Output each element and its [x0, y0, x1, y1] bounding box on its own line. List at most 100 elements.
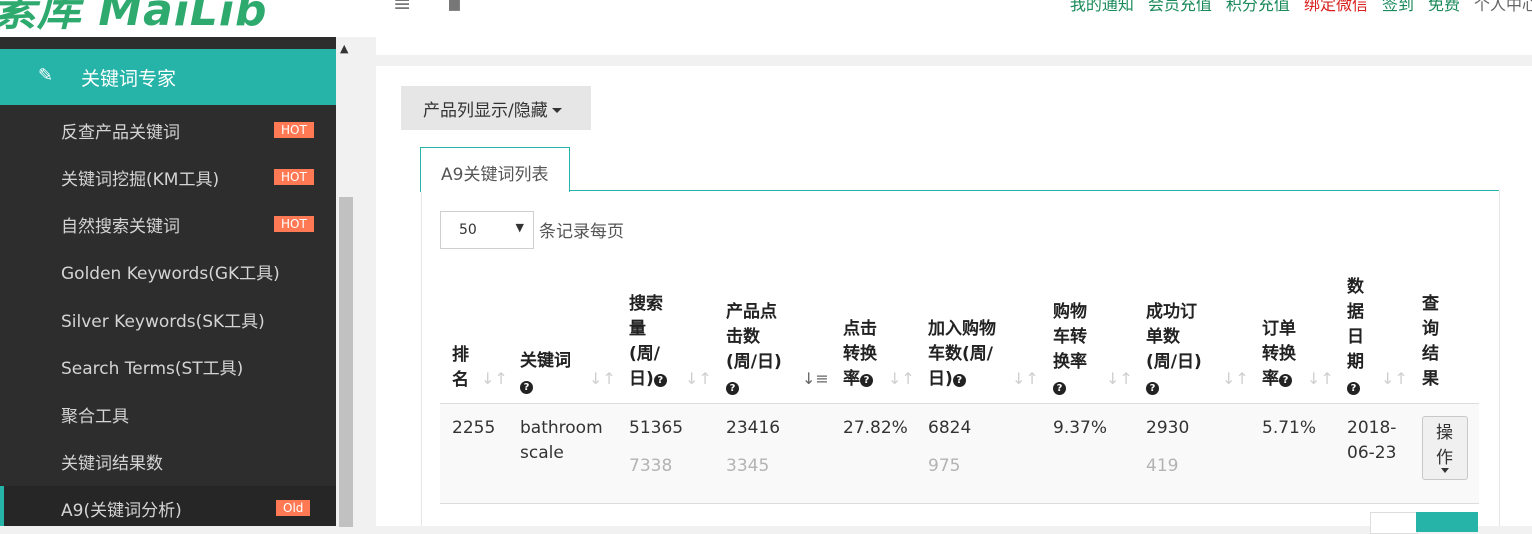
page-length-value: 50	[459, 222, 477, 238]
header-order-conversion[interactable]: 订单转换率?	[1262, 317, 1302, 392]
top-bar: 素库 MaiLib ≡ ▪ 我的通知 会员充值 积分充值 绑定微信 签到 免费 …	[0, 0, 1532, 37]
page-length-label: 条记录每页	[539, 222, 624, 242]
sidebar-item-label: 关键词挖掘(KM工具)	[61, 170, 220, 190]
header-product-clicks[interactable]: 产品点击数(周/日)?	[726, 300, 788, 400]
cell-orders-week: 2930	[1146, 418, 1190, 438]
sidebar-item-label: Search Terms(ST工具)	[61, 359, 244, 379]
header-keyword[interactable]: 关键词?	[520, 349, 580, 399]
grid-icon[interactable]: ▪	[447, 0, 462, 17]
tab-label: A9关键词列表	[441, 165, 549, 185]
header-rank[interactable]: 排名	[452, 343, 470, 393]
hot-badge: HOT	[274, 122, 314, 138]
hot-badge: HOT	[274, 169, 314, 185]
sidebar-scrollbar[interactable]: ▲	[336, 37, 356, 527]
help-icon: ?	[860, 374, 873, 387]
column-toggle-button[interactable]: 产品列显示/隐藏	[401, 86, 591, 130]
sidebar-item-silver-keywords[interactable]: Silver Keywords(SK工具)	[0, 297, 336, 341]
sort-icon[interactable]: ↓↑	[589, 369, 616, 388]
brand-logo[interactable]: 素库 MaiLib	[0, 0, 268, 37]
sidebar: ✎ 关键词专家 反查产品关键词 HOT 关键词挖掘(KM工具) HOT 自然搜索…	[0, 37, 336, 526]
sidebar-item-label: A9(关键词分析)	[61, 501, 182, 521]
cell-search-volume-week: 51365	[629, 418, 684, 438]
nav-user-center[interactable]: 个人中心	[1474, 0, 1532, 15]
sidebar-section-keyword-expert[interactable]: ✎ 关键词专家	[0, 49, 336, 105]
cell-search-volume-day: 7338	[629, 456, 673, 476]
header-click-conversion[interactable]: 点击转换率?	[843, 317, 883, 392]
sort-desc-icon[interactable]: ↓≡	[802, 369, 829, 388]
menu-toggle-icon[interactable]: ≡	[393, 0, 411, 17]
nav-notifications[interactable]: 我的通知	[1070, 0, 1134, 15]
nav-bind-wechat[interactable]: 绑定微信	[1304, 0, 1368, 15]
cell-rank: 2255	[452, 418, 496, 438]
top-nav: 我的通知 会员充值 积分充值 绑定微信 签到 免费 个人中心	[1070, 0, 1532, 15]
row-action-button[interactable]: 操作	[1422, 416, 1468, 480]
header-data-date[interactable]: 数据日期?	[1347, 275, 1367, 400]
sort-icon[interactable]: ↓↑	[1106, 369, 1133, 388]
caret-down-icon	[1441, 468, 1449, 473]
sidebar-item-label: Golden Keywords(GK工具)	[61, 264, 280, 284]
cell-keyword: bathroom scale	[520, 418, 603, 463]
cell-orders-day: 419	[1146, 456, 1179, 476]
help-icon: ?	[1146, 382, 1159, 395]
sort-icon[interactable]: ↓↑	[481, 369, 508, 388]
column-toggle-label: 产品列显示/隐藏	[423, 100, 548, 121]
hot-badge: HOT	[274, 216, 314, 232]
sort-icon[interactable]: ↓↑	[1307, 369, 1334, 388]
sort-icon[interactable]: ↓↑	[1381, 369, 1408, 388]
page-length-select[interactable]: 50 ▼	[440, 211, 534, 249]
table-row-divider	[440, 503, 1479, 504]
dropdown-arrow-icon: ▼	[515, 221, 524, 234]
cell-cart-week: 6824	[928, 418, 972, 438]
nav-member-recharge[interactable]: 会员充值	[1148, 0, 1212, 15]
help-icon: ?	[520, 381, 533, 394]
sidebar-item-golden-keywords[interactable]: Golden Keywords(GK工具)	[0, 249, 336, 293]
help-icon: ?	[1347, 382, 1360, 395]
tab-underline	[420, 190, 1499, 191]
sort-icon[interactable]: ↓↑	[888, 369, 915, 388]
sidebar-item-label: 自然搜索关键词	[61, 217, 180, 237]
sidebar-item-label: 反查产品关键词	[61, 123, 180, 143]
sort-icon[interactable]: ↓↑	[685, 369, 712, 388]
sidebar-item-search-terms[interactable]: Search Terms(ST工具)	[0, 344, 336, 388]
help-icon: ?	[1053, 382, 1066, 395]
help-icon: ?	[726, 382, 739, 395]
cell-click-conversion: 27.82%	[843, 418, 908, 438]
cell-cart-conversion: 9.37%	[1053, 418, 1108, 438]
edit-icon: ✎	[38, 65, 54, 86]
sidebar-item-label: Silver Keywords(SK工具)	[61, 312, 265, 332]
scroll-thumb[interactable]	[339, 197, 353, 527]
header-add-to-cart[interactable]: 加入购物车数(周/日)?	[928, 317, 1004, 392]
pagination-current[interactable]	[1416, 512, 1478, 532]
sort-icon[interactable]: ↓↑	[1012, 369, 1039, 388]
nav-free[interactable]: 免费	[1428, 0, 1460, 15]
sidebar-item-keyword-results[interactable]: 关键词结果数	[0, 439, 336, 483]
cell-clicks-week: 23416	[726, 418, 781, 438]
tab-a9-keyword-list[interactable]: A9关键词列表	[420, 147, 570, 192]
cell-data-date: 2018- 06-23	[1347, 418, 1397, 463]
sidebar-item-label: 关键词结果数	[61, 454, 163, 474]
nav-checkin[interactable]: 签到	[1382, 0, 1414, 15]
sidebar-item-a9[interactable]: A9(关键词分析) Old	[0, 486, 336, 526]
sidebar-item-label: 聚合工具	[61, 407, 129, 427]
help-icon: ?	[653, 374, 667, 387]
header-search-volume[interactable]: 搜索量(周/日)?	[629, 292, 675, 392]
cell-clicks-day: 3345	[726, 456, 770, 476]
help-icon: ?	[1279, 374, 1292, 387]
header-orders[interactable]: 成功订单数(周/日)?	[1146, 300, 1208, 400]
content-header-strip	[376, 37, 1532, 55]
sidebar-item-reverse-lookup[interactable]: 反查产品关键词 HOT	[0, 108, 336, 152]
sidebar-item-aggregation[interactable]: 聚合工具	[0, 392, 336, 436]
sidebar-item-keyword-mining[interactable]: 关键词挖掘(KM工具) HOT	[0, 155, 336, 199]
nav-points-recharge[interactable]: 积分充值	[1226, 0, 1290, 15]
header-query-result: 查询结果	[1422, 294, 1439, 389]
sidebar-section-label: 关键词专家	[81, 68, 177, 90]
caret-down-icon	[551, 108, 562, 113]
sort-icon[interactable]: ↓↑	[1222, 369, 1249, 388]
header-cart-conversion[interactable]: 购物车转换率?	[1053, 300, 1093, 400]
cell-cart-day: 975	[928, 456, 961, 476]
pagination-prev[interactable]	[1370, 512, 1418, 534]
scroll-up-icon[interactable]: ▲	[340, 42, 348, 55]
cell-order-conversion: 5.71%	[1262, 418, 1317, 438]
sidebar-item-organic-search[interactable]: 自然搜索关键词 HOT	[0, 202, 336, 246]
old-badge: Old	[276, 500, 311, 516]
